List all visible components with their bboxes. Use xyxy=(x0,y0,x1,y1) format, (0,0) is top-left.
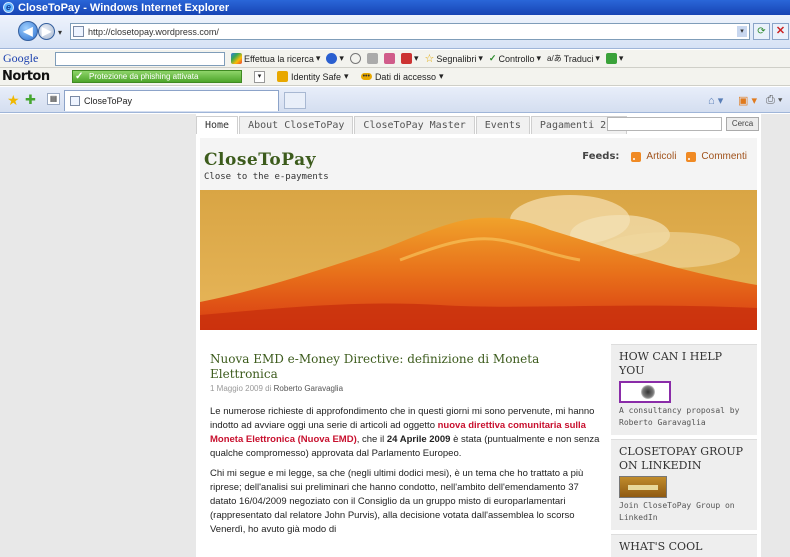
star-icon: ☆ xyxy=(424,53,435,65)
site-title[interactable]: CloseToPay xyxy=(204,150,316,170)
widget-help: HOW CAN I HELP YOU A consultancy proposa… xyxy=(611,344,757,435)
nav-about[interactable]: About CloseToPay xyxy=(239,116,354,134)
feeds-label: Feeds: xyxy=(582,151,620,162)
widget-linkedin: CLOSETOPAY GROUP ON LINKEDIN Join CloseT… xyxy=(611,439,757,530)
tab-title: CloseToPay xyxy=(84,96,133,106)
site-tagline: Close to the e-payments xyxy=(204,172,329,182)
address-bar[interactable]: http://closetopay.wordpress.com/ ▾ xyxy=(70,23,750,40)
google-search-icon xyxy=(231,53,242,64)
new-tab-button[interactable] xyxy=(284,92,306,109)
google-logo: Google xyxy=(3,51,39,65)
norton-toolbar: Norton ✓ Protezione da phishing attivata… xyxy=(0,68,790,86)
page-left-margin xyxy=(0,114,196,557)
translate-button[interactable]: a/あ Traduci ▾ xyxy=(547,53,600,64)
check-icon: ✓ xyxy=(75,71,84,82)
address-url: http://closetopay.wordpress.com/ xyxy=(88,26,219,37)
password-dots-icon: ••• xyxy=(360,73,372,80)
linkedin-group-image[interactable] xyxy=(619,476,667,498)
rss-icon xyxy=(631,151,642,162)
sidebar: HOW CAN I HELP YOU A consultancy proposa… xyxy=(611,344,757,557)
rss-icon xyxy=(686,151,697,162)
blog-header: CloseToPay Close to the e-payments Feeds… xyxy=(200,138,757,190)
widget-title: WHAT'S COOL xyxy=(619,540,703,553)
post-author[interactable]: Roberto Garavaglia xyxy=(274,384,343,393)
login-data-button[interactable]: ••• Dati di accesso ▾ xyxy=(360,71,444,82)
widget-text[interactable]: A consultancy proposal by Roberto Garava… xyxy=(619,405,751,429)
norton-menu-dropdown[interactable]: ▾ xyxy=(254,70,265,83)
norton-logo: Norton xyxy=(2,69,50,84)
page-right-margin xyxy=(761,114,790,557)
tab-closetopay[interactable]: CloseToPay xyxy=(64,90,279,111)
google-pagerank-icon[interactable]: ▾ xyxy=(326,53,344,64)
spellcheck-button[interactable]: ✓ Controllo ▾ xyxy=(489,53,541,64)
post-paragraph: Chi mi segue e mi legge, sa che (negli u… xyxy=(210,468,584,535)
feed-articles-link[interactable]: Articoli xyxy=(646,151,676,162)
forward-button[interactable]: ▶ xyxy=(38,23,55,40)
print-icon[interactable]: ⎙ ▾ xyxy=(766,94,782,107)
quick-tabs-icon[interactable]: ▦ xyxy=(47,93,60,105)
phishing-protection-status[interactable]: ✓ Protezione da phishing attivata xyxy=(72,70,242,83)
popup-blocker-icon[interactable] xyxy=(349,53,361,64)
bookmarks-button[interactable]: ☆ Segnalibri ▾ xyxy=(424,52,482,65)
ie-logo-icon: e xyxy=(3,2,14,13)
widget-title: HOW CAN I HELP YOU xyxy=(619,350,723,377)
feeds: Feeds: Articoli Commenti xyxy=(582,151,753,162)
page-icon xyxy=(73,26,84,37)
post-body: Le numerose richieste di approfondimento… xyxy=(210,405,600,537)
blog-nav: Home About CloseToPay CloseToPay Master … xyxy=(196,116,628,136)
autofill-icon[interactable] xyxy=(383,53,395,64)
identity-safe-button[interactable]: Identity Safe ▾ xyxy=(277,71,349,82)
consultancy-image[interactable] xyxy=(619,381,671,403)
blog-search-input[interactable] xyxy=(607,117,722,131)
favorites-star-icon[interactable]: ★ xyxy=(7,92,20,109)
nav-events[interactable]: Events xyxy=(475,116,530,134)
widget-cool: WHAT'S COOL xyxy=(611,534,757,557)
web-page: Home About CloseToPay CloseToPay Master … xyxy=(0,114,790,557)
address-toolbar: ◀ ▶ ▾ http://closetopay.wordpress.com/ ▾… xyxy=(0,15,790,49)
google-toolbar: Google Effettua la ricerca ▾ ▾ ▾ ☆ Segna… xyxy=(0,50,790,68)
home-icon[interactable]: ⌂ ▾ xyxy=(708,94,723,107)
send-to-icon[interactable]: ▾ xyxy=(605,53,623,64)
tabs-toolbar: ★ ✚ ▦ CloseToPay ⌂ ▾ ▣ ▾ ⎙ ▾ xyxy=(0,87,790,113)
widget-title: CLOSETOPAY GROUP ON LINKEDIN xyxy=(619,445,744,472)
post-title[interactable]: Nuova EMD e-Money Directive: definizione… xyxy=(210,352,600,382)
spellcheck-icon: ✓ xyxy=(488,53,497,63)
widget-text[interactable]: Join CloseToPay Group on LinkedIn xyxy=(619,500,751,524)
back-button[interactable]: ◀ xyxy=(18,21,38,41)
share-icon[interactable]: ▾ xyxy=(400,53,418,64)
window-title: CloseToPay - Windows Internet Explorer xyxy=(18,1,230,14)
post: Nuova EMD e-Money Directive: definizione… xyxy=(210,352,600,543)
news-icon[interactable] xyxy=(366,53,378,64)
blog-container: Home About CloseToPay CloseToPay Master … xyxy=(196,114,761,557)
stop-button[interactable]: ✕ xyxy=(772,23,789,40)
post-date: 1 Maggio 2009 xyxy=(210,384,263,393)
google-search-button[interactable]: Effettua la ricerca ▾ xyxy=(231,53,320,64)
window-titlebar: e CloseToPay - Windows Internet Explorer xyxy=(0,0,790,15)
google-search-input[interactable] xyxy=(55,51,225,66)
feeds-icon[interactable]: ▣ ▾ xyxy=(738,94,757,107)
nav-master[interactable]: CloseToPay Master xyxy=(354,116,475,134)
post-paragraph: Le numerose richieste di approfondimento… xyxy=(210,406,600,459)
post-meta: 1 Maggio 2009 di Roberto Garavaglia xyxy=(210,384,600,393)
post-by: di xyxy=(265,384,272,393)
feed-comments-link[interactable]: Commenti xyxy=(701,151,747,162)
add-favorites-icon[interactable]: ✚ xyxy=(25,92,36,108)
blog-search-button[interactable]: Cerca xyxy=(726,117,759,131)
refresh-button[interactable]: ⟳ xyxy=(753,23,770,40)
page-icon xyxy=(70,96,80,106)
translate-icon: a/あ xyxy=(547,54,562,63)
address-dropdown-icon[interactable]: ▾ xyxy=(737,26,747,37)
identity-safe-icon xyxy=(277,71,288,82)
header-banner-image xyxy=(200,190,757,330)
nav-home[interactable]: Home xyxy=(196,116,239,134)
recent-pages-dropdown-icon[interactable]: ▾ xyxy=(58,28,62,37)
